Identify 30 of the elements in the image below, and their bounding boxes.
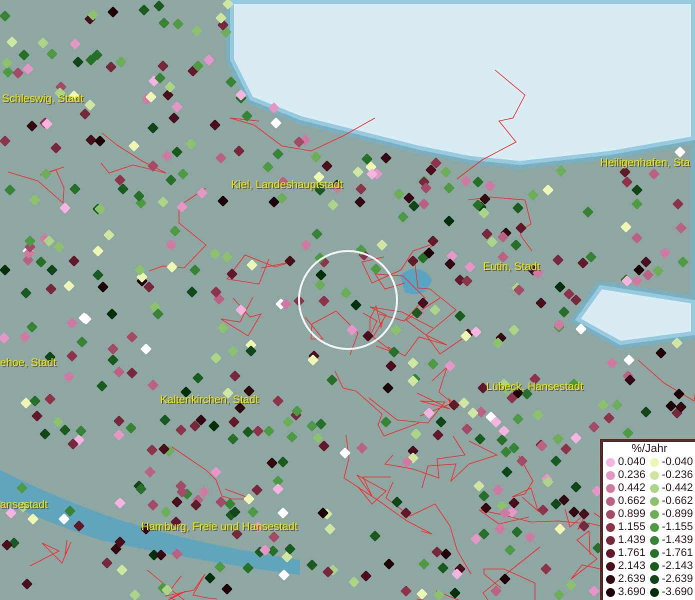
legend-value: 0.662 bbox=[618, 495, 647, 507]
place-label: Schleswig, Stadt bbox=[2, 93, 84, 105]
legend-value: -1.439 bbox=[662, 534, 693, 546]
legend-value: 0.442 bbox=[618, 482, 647, 494]
legend-value: 0.236 bbox=[618, 469, 647, 481]
place-label: Kaltenkirchen, Stadt bbox=[160, 394, 258, 406]
legend-value: -2.639 bbox=[662, 573, 693, 585]
legend-value: -3.690 bbox=[662, 586, 693, 598]
legend-value: 2.143 bbox=[618, 560, 647, 572]
legend-value: 2.639 bbox=[618, 573, 647, 585]
legend-value: -2.143 bbox=[662, 560, 693, 572]
legend-title: %/Jahr bbox=[630, 443, 668, 455]
legend-value: 1.761 bbox=[618, 547, 647, 559]
legend-value: 0.040 bbox=[618, 456, 647, 468]
legend-value: 3.690 bbox=[618, 586, 647, 598]
legend-value: -0.662 bbox=[662, 495, 693, 507]
legend-value: -0.236 bbox=[662, 469, 693, 481]
lake-area bbox=[400, 268, 432, 294]
place-label: Lübeck, Hansestadt bbox=[486, 381, 584, 393]
place-label: ehoe, Stadt bbox=[0, 357, 56, 369]
legend-value: -1.155 bbox=[662, 521, 693, 533]
legend-value: 0.899 bbox=[618, 508, 647, 520]
place-label: ansestadt bbox=[0, 499, 48, 511]
legend-value: -0.442 bbox=[662, 482, 693, 494]
legend-value: -0.899 bbox=[662, 508, 693, 520]
place-label: Heiligenhafen, Sta bbox=[600, 157, 690, 169]
legend-value: 1.439 bbox=[618, 534, 647, 546]
legend-value: -1.761 bbox=[662, 547, 693, 559]
legend-value: 1.155 bbox=[618, 521, 647, 533]
legend-value: -0.040 bbox=[662, 456, 693, 468]
